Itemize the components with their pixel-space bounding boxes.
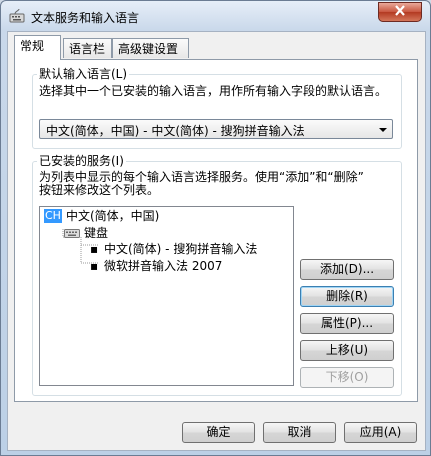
tree-language-node[interactable]: 中文(简体，中国) [66,209,159,223]
bullet-icon: ▪ [90,242,99,256]
keyboard-icon [64,227,80,242]
installed-services-group-label: 已安装的服务(I) [37,154,126,168]
ok-button[interactable]: 确定 [182,422,255,443]
move-down-button[interactable]: 下移(O) [300,367,394,388]
tree-category-node[interactable]: 键盘 [84,226,108,240]
remove-button[interactable]: 删除(R) [300,286,394,307]
close-button[interactable] [378,2,422,22]
move-up-button[interactable]: 上移(U) [300,340,394,361]
default-language-select[interactable]: 中文(简体，中国) - 中文(简体) - 搜狗拼音输入法 [39,119,393,139]
tab-general-label: 常规 [20,39,45,53]
chevron-down-icon [379,128,387,132]
installed-services-description-line2: 按钮来修改这个列表。 [39,183,160,197]
tab-advanced-key-settings-label: 高级键设置 [118,42,179,56]
add-button[interactable]: 添加(D)... [300,259,394,280]
tab-language-bar-label: 语言栏 [69,42,106,56]
language-badge: CH [44,209,62,223]
tree-service-item[interactable]: 微软拼音输入法 2007 [104,259,222,273]
tab-advanced-key-settings[interactable]: 高级键设置 [112,38,189,58]
default-language-group-label: 默认输入语言(L) [37,67,130,81]
dialog-window: 文本服务和输入语言 常规 语言栏 高级键设置 默认输入语言(L) 选择其中一个已… [0,0,431,456]
cancel-button[interactable]: 取消 [263,422,336,443]
installed-services-description-line1: 为列表中显示的每个输入语言选择服务。使用“添加”和“删除” [39,170,364,184]
tree-service-item[interactable]: 中文(简体) - 搜狗拼音输入法 [104,242,257,256]
title-bar[interactable]: 文本服务和输入语言 [1,1,430,31]
properties-button[interactable]: 属性(P)... [300,313,394,334]
bullet-icon: ▪ [90,259,99,273]
close-icon [394,5,406,19]
keyboard-icon [9,8,25,24]
tab-language-bar[interactable]: 语言栏 [63,38,112,58]
window-title: 文本服务和输入语言 [31,11,140,25]
apply-button[interactable]: 应用(A) [344,422,417,443]
tab-general[interactable]: 常规 [14,35,61,60]
default-language-selected-value: 中文(简体，中国) - 中文(简体) - 搜狗拼音输入法 [46,124,305,138]
default-language-description: 选择其中一个已安装的输入语言，用作所有输入字段的默认语言。 [39,84,388,98]
installed-services-tree[interactable]: CH 中文(简体，中国) 键盘 ▪ 中文(简体) - 搜狗拼音输入法 ▪ 微软拼… [39,206,294,386]
